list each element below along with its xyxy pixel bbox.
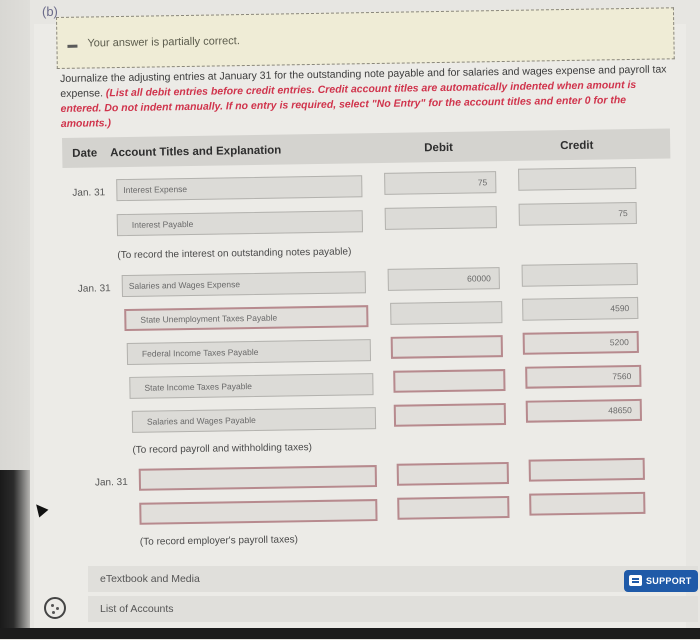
credit-field[interactable] <box>521 262 638 287</box>
journal-rows: Jan. 31 Interest Expense 75 Interest Pay… <box>0 0 700 640</box>
cookie-settings-icon[interactable] <box>44 597 66 619</box>
list-of-accounts-link[interactable]: List of Accounts <box>88 596 698 622</box>
credit-field[interactable]: 4590 <box>522 296 639 321</box>
etextbook-link[interactable]: eTextbook and Media <box>88 566 698 592</box>
entry-date: Jan. 31 <box>77 283 111 295</box>
credit-field[interactable]: 5200 <box>522 330 639 355</box>
debit-field[interactable]: 75 <box>384 171 497 195</box>
credit-field[interactable]: 7560 <box>525 364 642 389</box>
chat-icon <box>629 575 642 586</box>
account-field[interactable]: Federal Income Taxes Payable <box>126 339 372 365</box>
debit-field[interactable]: 60000 <box>387 267 500 291</box>
account-field[interactable]: State Income Taxes Payable <box>129 373 374 399</box>
credit-field[interactable]: 75 <box>518 201 637 226</box>
debit-field[interactable] <box>384 206 497 230</box>
entry-date: Jan. 31 <box>72 187 106 199</box>
support-label: SUPPORT <box>646 576 692 586</box>
credit-field[interactable] <box>529 491 646 516</box>
entry-date: Jan. 31 <box>94 476 128 489</box>
debit-field[interactable] <box>393 369 506 393</box>
account-field[interactable] <box>138 465 378 491</box>
credit-field[interactable] <box>518 166 637 191</box>
credit-field[interactable]: 48650 <box>525 398 643 423</box>
entry-explanation: (To record the interest on outstanding n… <box>117 246 352 262</box>
account-field[interactable]: State Unemployment Taxes Payable <box>124 305 369 332</box>
account-field[interactable]: Interest Payable <box>116 210 364 237</box>
support-button[interactable]: SUPPORT <box>624 570 698 592</box>
debit-field[interactable] <box>393 403 507 427</box>
debit-field[interactable] <box>397 495 510 520</box>
entry-explanation: (To record employer's payroll taxes) <box>139 534 299 548</box>
entry-explanation: (To record payroll and withholding taxes… <box>132 442 313 456</box>
debit-field[interactable] <box>396 461 509 486</box>
account-field[interactable] <box>139 499 378 525</box>
credit-field[interactable] <box>528 457 645 482</box>
account-field[interactable]: Salaries and Wages Payable <box>131 407 377 433</box>
screen-bezel-bottom <box>0 628 700 639</box>
debit-field[interactable] <box>390 335 503 359</box>
account-field[interactable]: Interest Expense <box>116 175 363 202</box>
account-field[interactable]: Salaries and Wages Expense <box>121 271 366 298</box>
debit-field[interactable] <box>390 301 503 325</box>
